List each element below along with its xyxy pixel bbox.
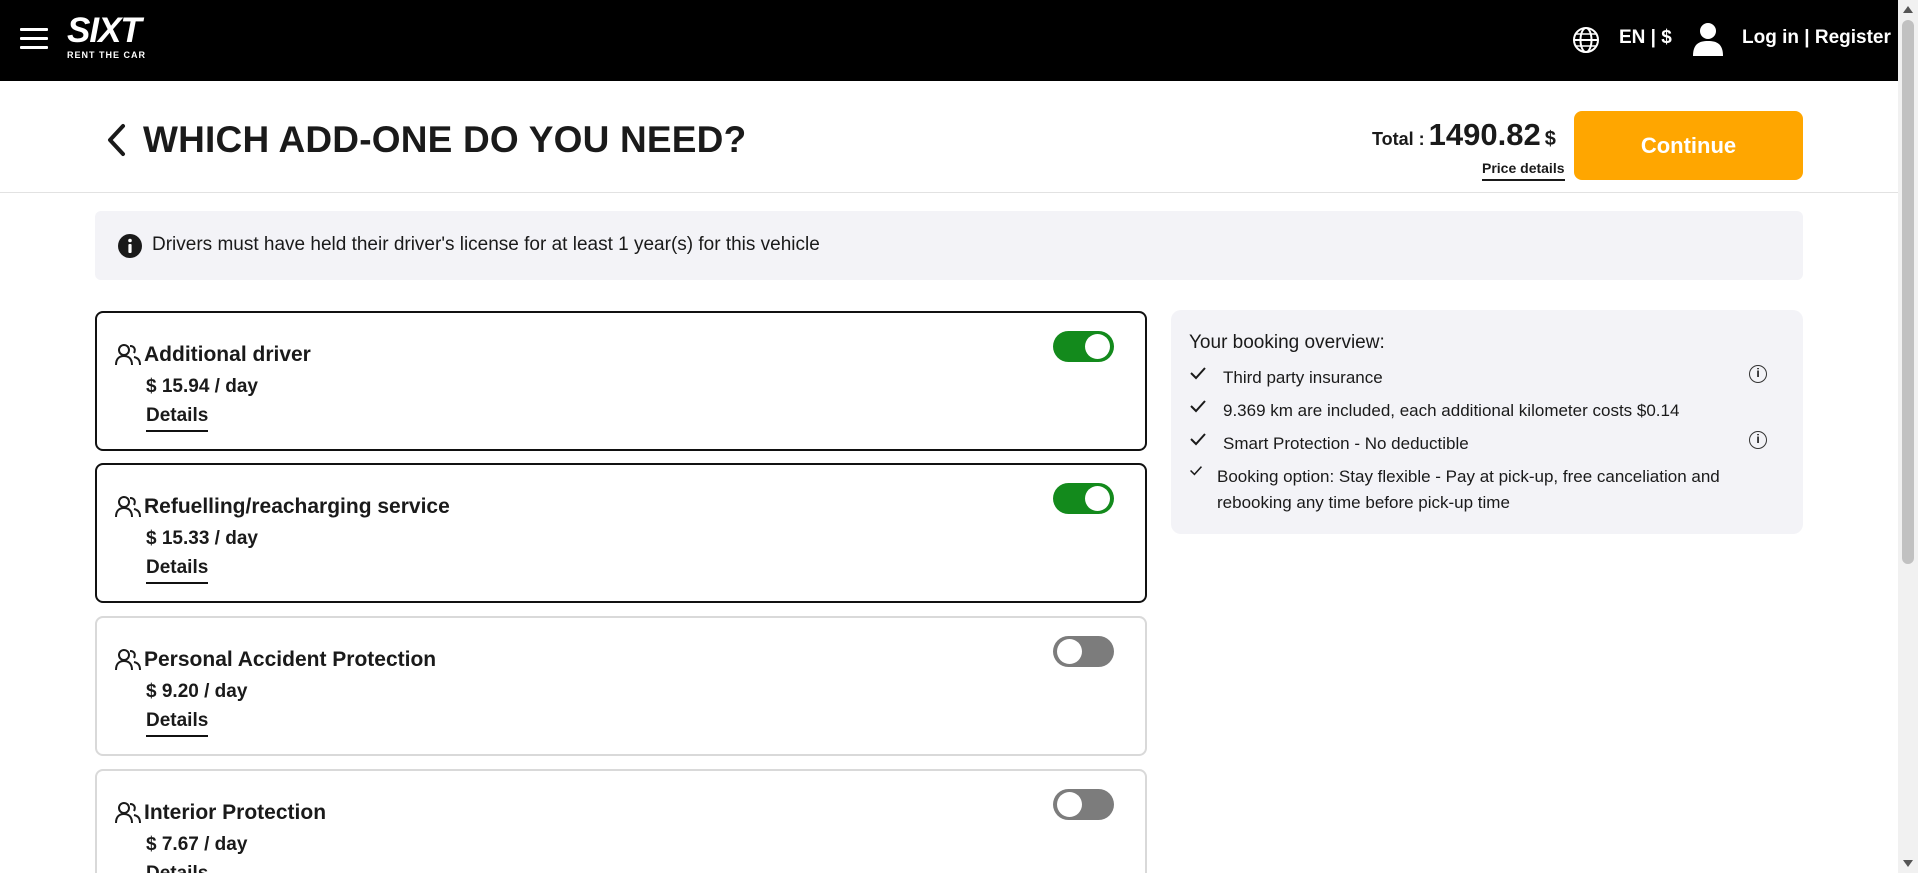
people-icon <box>115 496 141 518</box>
top-navigation-bar: SIXT RENT THE CAR EN | $ Log in | Regist… <box>0 0 1898 81</box>
scrollbar-thumb[interactable] <box>1902 20 1914 564</box>
total-price: Total :1490.82 $ <box>1372 117 1556 153</box>
scroll-down-arrow-icon[interactable] <box>1903 860 1913 867</box>
toggle-knob <box>1057 639 1082 664</box>
info-circle-icon[interactable]: i <box>1749 431 1767 449</box>
info-icon <box>118 234 142 258</box>
addon-price: $ 9.20 / day <box>146 681 248 702</box>
info-circle-icon[interactable]: i <box>1749 365 1767 383</box>
globe-icon[interactable] <box>1572 26 1600 54</box>
check-icon <box>1190 433 1206 446</box>
continue-button[interactable]: Continue <box>1574 111 1803 180</box>
addon-details-link[interactable]: Details <box>146 405 209 432</box>
overview-item-text: Third party insurance <box>1223 368 1383 387</box>
language-currency-selector[interactable]: EN | $ <box>1619 27 1672 49</box>
notice-text: Drivers must have held their driver's li… <box>152 234 820 255</box>
toggle-knob <box>1085 486 1110 511</box>
addon-price: $ 15.33 / day <box>146 528 258 549</box>
total-value: 1490.82 <box>1428 117 1541 152</box>
overview-item-line: Booking option: Stay flexible - Pay at p… <box>1217 467 1720 486</box>
addon-name: Additional driver <box>144 343 311 366</box>
check-icon <box>1190 400 1206 413</box>
back-arrow-icon[interactable] <box>105 123 129 157</box>
logo-wordmark: SIXT <box>67 11 142 50</box>
menu-icon[interactable] <box>20 28 48 50</box>
page-title: WHICH ADD-ONE DO YOU NEED? <box>143 119 747 160</box>
addon-toggle[interactable] <box>1053 331 1114 362</box>
addon-toggle[interactable] <box>1053 789 1114 820</box>
addon-details-link[interactable]: Details <box>146 710 209 737</box>
check-icon <box>1190 367 1206 380</box>
addon-card-refuelling-service[interactable]: Refuelling/reacharging service $ 15.33 /… <box>95 463 1147 603</box>
addon-details-link[interactable]: Details <box>146 557 209 584</box>
addon-card-additional-driver[interactable]: Additional driver $ 15.94 / day Details <box>95 311 1147 451</box>
scroll-up-arrow-icon[interactable] <box>1903 6 1913 13</box>
price-details-link[interactable]: Price details <box>1482 160 1565 181</box>
check-icon <box>1190 466 1203 476</box>
login-register-link[interactable]: Log in | Register <box>1742 27 1891 49</box>
license-notice: Drivers must have held their driver's li… <box>95 211 1803 280</box>
people-icon <box>115 649 141 671</box>
addon-price: $ 15.94 / day <box>146 376 258 397</box>
people-icon <box>115 344 141 366</box>
logo-tagline: RENT THE CAR <box>67 50 146 60</box>
addon-card-personal-accident-protection[interactable]: Personal Accident Protection $ 9.20 / da… <box>95 616 1147 756</box>
addon-name: Personal Accident Protection <box>144 648 437 671</box>
overview-title: Your booking overview: <box>1189 332 1385 353</box>
total-label: Total : <box>1372 129 1425 149</box>
addon-toggle[interactable] <box>1053 636 1114 667</box>
total-currency: $ <box>1544 128 1556 150</box>
user-icon[interactable] <box>1692 22 1724 56</box>
overview-item-text: Smart Protection - No deductible <box>1223 434 1469 453</box>
sixt-logo[interactable]: SIXT RENT THE CAR <box>67 11 146 60</box>
overview-item-line: rebooking any time before pick-up time <box>1217 493 1510 512</box>
addon-details-link[interactable]: Details <box>146 863 208 873</box>
addon-card-interior-protection[interactable]: Interior Protection $ 7.67 / day Details <box>95 769 1147 873</box>
addon-name: Refuelling/reacharging service <box>144 495 450 518</box>
page-scrollbar[interactable] <box>1898 0 1918 873</box>
overview-item-text: Booking option: Stay flexible - Pay at p… <box>1217 464 1720 516</box>
toggle-knob <box>1057 792 1082 817</box>
overview-item-text: 9.369 km are included, each additional k… <box>1223 401 1680 420</box>
booking-overview: Your booking overview: Third party insur… <box>1171 310 1803 534</box>
addon-toggle[interactable] <box>1053 483 1114 514</box>
addon-price: $ 7.67 / day <box>146 834 248 855</box>
people-icon <box>115 802 141 824</box>
addon-name: Interior Protection <box>144 801 327 824</box>
toggle-knob <box>1085 334 1110 359</box>
